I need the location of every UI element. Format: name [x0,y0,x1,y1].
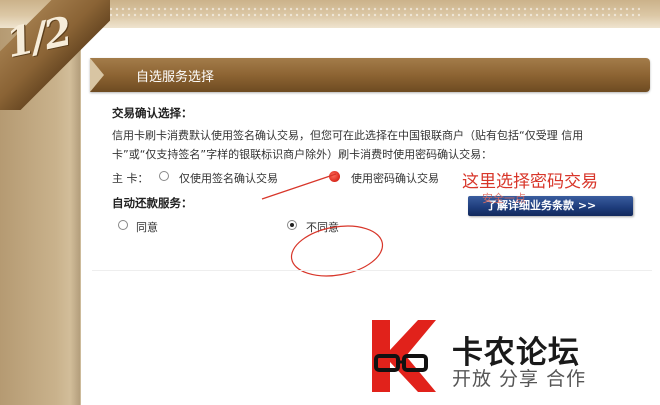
signature-option-label[interactable]: 仅使用签名确认交易 [179,170,278,186]
main-card-label: 主 卡： [112,172,149,185]
divider [92,270,652,271]
transaction-confirm-heading: 交易确认选择： [112,106,193,120]
watermark-subtitle: 开放 分享 合作 [452,368,587,390]
transaction-confirm-desc-1: 信用卡刷卡消费默认使用签名确认交易，但您可在此选择在中国银联商户（贴有包括“仅受… [112,129,584,142]
auto-repay-heading: 自动还款服务： [112,196,193,210]
page-indicator-badge: 1/2 [0,0,110,110]
password-radio[interactable] [329,171,340,182]
transaction-confirm-desc-2: 卡”或“仅支持签名”字样的银联标识商户除外）刷卡消费时使用密码确认交易： [112,148,493,161]
disagree-radio[interactable] [287,220,297,230]
detail-terms-button[interactable]: 安全一点 了解详细业务条款 >> [468,192,633,216]
section-title: 自选服务选择 [136,70,215,85]
agree-option-label[interactable]: 同意 [136,219,158,235]
signature-radio[interactable] [159,171,169,181]
section-title-bar: 自选服务选择 [90,58,650,92]
title-arrow-icon [90,58,104,92]
password-option-label[interactable]: 使用密码确认交易 [351,170,439,186]
annotation-faint-text: 安全一点 [482,192,526,205]
disagree-option-label[interactable]: 不同意 [306,219,339,235]
kanong-logo-icon [372,320,436,392]
agree-radio[interactable] [118,220,128,230]
